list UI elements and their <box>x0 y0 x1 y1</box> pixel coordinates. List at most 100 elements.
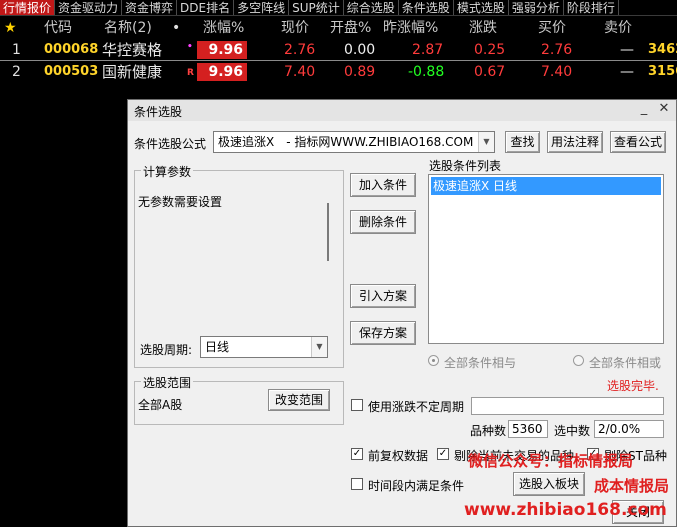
tab-pattern-select[interactable]: 模式选股 <box>454 0 509 15</box>
tab-capital-game[interactable]: 资金博弈 <box>122 0 178 15</box>
params-text: 无参数需要设置 <box>138 195 223 209</box>
save-plan-button[interactable]: 保存方案 <box>350 321 416 345</box>
col-name[interactable]: 名称(2) <box>104 17 152 39</box>
range-title: 选股范围 <box>141 374 194 391</box>
adjusted-data-label: 前复权数据 <box>368 449 429 463</box>
period-select[interactable]: 日线 ▼ <box>200 336 328 358</box>
adjusted-data-checkbox[interactable]: ✓ <box>351 448 363 460</box>
row-mark: R <box>187 68 194 78</box>
stock-code: 000503 <box>44 64 99 79</box>
list-item[interactable]: 极速追涨X 日线 <box>431 177 661 195</box>
selected-label: 选中数 <box>554 424 591 438</box>
formula-label: 条件选股公式 <box>134 137 207 151</box>
chevron-down-icon[interactable]: ▼ <box>311 337 327 357</box>
col-price[interactable]: 现价 <box>281 17 309 39</box>
count-label: 品种数 <box>470 424 507 438</box>
delta: 0.25 <box>474 42 506 58</box>
delta: 0.67 <box>474 64 506 80</box>
selected-field: 2/0.0% <box>594 420 664 438</box>
table-row[interactable]: 2 000503 国新健康 R 9.96 7.40 0.89 -0.88 0.6… <box>0 61 677 83</box>
use-period-label: 使用涨跌不定周期 <box>368 400 465 414</box>
prev-change-pct: -0.88 <box>408 64 445 80</box>
in-period-label: 时间段内满足条件 <box>368 479 465 493</box>
find-button[interactable]: 查找 <box>505 131 540 153</box>
bid: 2.76 <box>541 42 573 58</box>
tab-long-short[interactable]: 多空阵线 <box>234 0 290 15</box>
formula-select[interactable]: 极速追涨X - 指标网WWW.ZHIBIAO168.COM ▼ <box>213 131 495 153</box>
table-row[interactable]: 1 000068 华控赛格 • 9.96 2.76 0.00 2.87 0.25… <box>0 39 677 61</box>
params-group: 计算参数 无参数需要设置 选股周期: 日线 ▼ <box>134 163 344 368</box>
delete-condition-button[interactable]: 删除条件 <box>350 210 416 234</box>
minimize-icon[interactable]: _ <box>636 101 652 116</box>
col-change-pct[interactable]: 涨幅% <box>203 17 244 39</box>
stock-name: 国新健康 <box>102 63 163 81</box>
col-prev-change-pct[interactable]: 昨涨幅% <box>383 17 438 39</box>
open-pct: 0.89 <box>344 64 376 80</box>
dialog-titlebar[interactable]: 条件选股 _ ✕ <box>128 100 676 121</box>
change-pct: 9.96 <box>197 41 247 59</box>
period-label: 选股周期: <box>140 343 193 357</box>
close-icon[interactable]: ✕ <box>656 101 672 116</box>
period-input[interactable] <box>471 397 664 415</box>
row-index: 1 <box>12 42 21 58</box>
tab-quote[interactable]: 行情报价 <box>0 0 56 15</box>
extra-value: 3462 <box>648 42 677 57</box>
ask: — <box>620 42 634 58</box>
watermark-url: www.zhibiao168.com <box>464 500 667 520</box>
watermark-wechat: 微信公众号：指标情报局 <box>468 452 634 470</box>
tab-capital-drive[interactable]: 资金驱动力 <box>55 0 123 15</box>
change-range-button[interactable]: 改变范围 <box>268 389 330 411</box>
view-formula-button[interactable]: 查看公式 <box>610 131 666 153</box>
exclude-untraded-checkbox[interactable]: ✓ <box>437 448 449 460</box>
tab-combo-select[interactable]: 综合选股 <box>344 0 399 15</box>
quote-table: ★ 代码 名称(2) • 涨幅% 现价 开盘% 昨涨幅% 涨跌 买价 卖价 1 … <box>0 17 677 83</box>
radio-and[interactable] <box>428 355 439 366</box>
function-tab-bar: 行情报价 资金驱动力 资金博弈 DDE排名 多空阵线 SUP统计 综合选股 条件… <box>0 0 677 16</box>
count-field: 5360 <box>508 420 548 438</box>
extra-value: 3156 <box>648 64 677 79</box>
condition-select-dialog: 条件选股 _ ✕ 条件选股公式 极速追涨X - 指标网WWW.ZHIBIAO16… <box>127 99 677 527</box>
col-code[interactable]: 代码 <box>44 17 72 39</box>
ask: — <box>620 64 634 80</box>
condition-list[interactable]: 极速追涨X 日线 <box>428 174 664 344</box>
col-delta[interactable]: 涨跌 <box>469 17 497 39</box>
add-condition-button[interactable]: 加入条件 <box>350 173 416 197</box>
select-into-block-button[interactable]: 选股入板块 <box>513 472 585 496</box>
radio-or[interactable] <box>573 355 584 366</box>
tab-condition-select[interactable]: 条件选股 <box>399 0 454 15</box>
formula-value: 极速追涨X - 指标网WWW.ZHIBIAO168.COM <box>218 135 474 149</box>
tab-dde-rank[interactable]: DDE排名 <box>177 0 235 15</box>
list-title: 选股条件列表 <box>429 159 502 173</box>
change-pct: 9.96 <box>197 63 247 81</box>
chevron-down-icon[interactable]: ▼ <box>478 132 494 152</box>
tab-strength-analysis[interactable]: 强弱分析 <box>509 0 564 15</box>
use-period-checkbox[interactable] <box>351 399 363 411</box>
in-period-checkbox[interactable] <box>351 478 363 490</box>
radio-and-label: 全部条件相与 <box>444 356 517 370</box>
dialog-title: 条件选股 <box>134 105 183 119</box>
col-open-pct[interactable]: 开盘% <box>330 17 371 39</box>
status-text: 选股完毕. <box>607 379 659 393</box>
table-header: ★ 代码 名称(2) • 涨幅% 现价 开盘% 昨涨幅% 涨跌 买价 卖价 <box>0 17 677 39</box>
tab-sup-stats[interactable]: SUP统计 <box>289 0 344 15</box>
watermark-bureau: 成本情报局 <box>594 477 670 495</box>
row-index: 2 <box>12 64 21 80</box>
open-pct: 0.00 <box>344 42 376 58</box>
scrollbar[interactable] <box>327 203 329 261</box>
range-value: 全部A股 <box>138 398 183 412</box>
radio-or-label: 全部条件相或 <box>589 356 662 370</box>
usage-notes-button[interactable]: 用法注释 <box>547 131 603 153</box>
period-value: 日线 <box>205 340 230 354</box>
bid: 7.40 <box>541 64 573 80</box>
col-ask[interactable]: 卖价 <box>604 17 632 39</box>
col-mark[interactable]: • <box>172 17 180 39</box>
price: 2.76 <box>284 42 316 58</box>
tab-stage-rank[interactable]: 阶段排行 <box>564 0 619 15</box>
price: 7.40 <box>284 64 316 80</box>
params-title: 计算参数 <box>141 163 194 180</box>
stock-name: 华控赛格 <box>102 41 163 59</box>
import-plan-button[interactable]: 引入方案 <box>350 284 416 308</box>
col-bid[interactable]: 买价 <box>538 17 566 39</box>
row-mark: • <box>187 42 193 52</box>
range-group: 选股范围 全部A股 改变范围 <box>134 374 344 425</box>
